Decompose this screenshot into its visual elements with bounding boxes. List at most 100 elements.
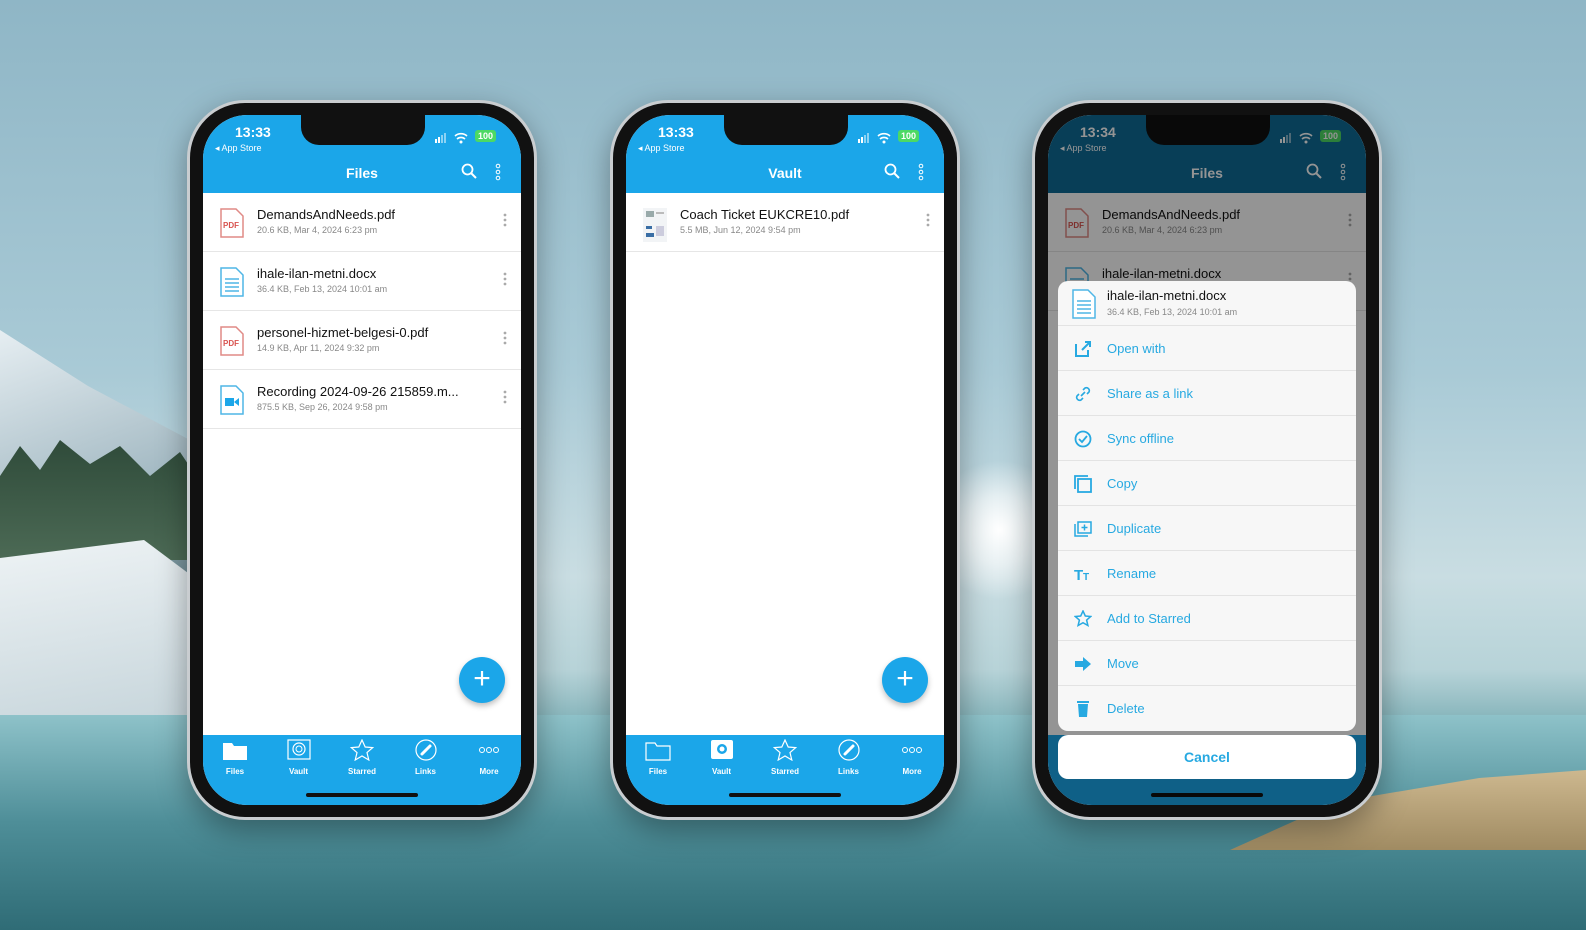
row-more-icon[interactable] <box>503 331 507 345</box>
sheet-file-name: ihale-ilan-metni.docx <box>1107 288 1227 303</box>
menu-item-label: Open with <box>1107 341 1166 356</box>
menu-item-delete[interactable]: Delete <box>1058 686 1356 731</box>
tab-label: More <box>902 767 922 776</box>
file-row[interactable]: Recording 2024-09-26 215859.m... 875.5 KB… <box>203 370 521 429</box>
phone-2: 13:33 ◂ App Store 100 Vault Coach Ticket EUK… <box>610 100 960 820</box>
more-icon <box>459 739 519 766</box>
file-row[interactable]: PDF personel-hizmet-belgesi-0.pdf 14.9 KB,… <box>203 311 521 370</box>
tab-label: Vault <box>711 767 732 776</box>
app-header: 13:33 ◂ App Store 100 Files <box>203 115 521 193</box>
status-time: 13:33 <box>658 124 694 140</box>
menu-item-add-to-starred[interactable]: Add to Starred <box>1058 596 1356 641</box>
duplicate-icon <box>1074 520 1092 538</box>
check-circle-icon <box>1074 430 1092 448</box>
file-meta: 875.5 KB, Sep 26, 2024 9:58 pm <box>257 402 388 412</box>
svg-text:T: T <box>1074 567 1083 583</box>
svg-text:PDF: PDF <box>223 339 239 348</box>
file-list: Coach Ticket EUKCRE10.pdf 5.5 MB, Jun 12,… <box>626 193 944 252</box>
tab-label: Starred <box>770 767 799 776</box>
more-icon <box>882 739 942 766</box>
link-icon <box>396 739 456 766</box>
menu-item-label: Rename <box>1107 566 1157 581</box>
battery-indicator: 100 <box>475 130 497 142</box>
menu-item-share-as-a-link[interactable]: Share as a link <box>1058 371 1356 416</box>
tab-files[interactable]: Files <box>628 739 688 776</box>
tab-label: Files <box>648 767 668 776</box>
folder-icon <box>628 739 688 766</box>
notch <box>301 115 425 145</box>
back-to-app-store-link[interactable]: ◂ App Store <box>215 143 262 154</box>
star-icon <box>755 738 815 766</box>
notch <box>724 115 848 145</box>
cancel-button[interactable]: Cancel <box>1058 735 1356 779</box>
menu-item-label: Duplicate <box>1107 521 1162 536</box>
phone-screen: 13:33 ◂ App Store 100 Vault Coach Ticket EUK… <box>626 115 944 805</box>
folder-icon <box>205 739 265 766</box>
add-button[interactable]: + <box>459 657 505 703</box>
file-row[interactable]: ihale-ilan-metni.docx 36.4 KB, Feb 13, 20… <box>203 252 521 311</box>
row-more-icon[interactable] <box>926 213 930 227</box>
file-row[interactable]: PDF DemandsAndNeeds.pdf 20.6 KB, Mar 4, 20… <box>203 193 521 252</box>
link-icon <box>1074 385 1092 403</box>
menu-item-copy[interactable]: Copy <box>1058 461 1356 506</box>
search-icon[interactable] <box>884 163 900 184</box>
tab-vault[interactable]: Vault <box>692 739 752 776</box>
phone-screen: 13:34 ◂ App Store 100 Files PDF DemandsAndNee… <box>1048 115 1366 805</box>
more-options-icon[interactable] <box>495 163 501 181</box>
menu-item-move[interactable]: Move <box>1058 641 1356 686</box>
file-meta: 36.4 KB, Feb 13, 2024 10:01 am <box>257 284 388 294</box>
row-more-icon[interactable] <box>503 272 507 286</box>
link-icon <box>819 739 879 766</box>
row-more-icon[interactable] <box>503 390 507 404</box>
pdf-icon: PDF <box>220 326 244 361</box>
tab-label: More <box>479 767 499 776</box>
menu-item-open-with[interactable]: Open with <box>1058 326 1356 371</box>
status-time: 13:33 <box>235 124 271 140</box>
video-icon <box>220 385 244 420</box>
tab-vault[interactable]: Vault <box>269 739 329 776</box>
signal-wifi-icon <box>858 132 896 147</box>
menu-item-sync-offline[interactable]: Sync offline <box>1058 416 1356 461</box>
tab-links[interactable]: Links <box>396 739 456 776</box>
tab-starred[interactable]: Starred <box>332 738 392 776</box>
app-header: 13:33 ◂ App Store 100 Vault <box>626 115 944 193</box>
file-meta: 20.6 KB, Mar 4, 2024 6:23 pm <box>257 225 378 235</box>
search-icon[interactable] <box>461 163 477 184</box>
menu-item-label: Delete <box>1107 701 1145 716</box>
open-external-icon <box>1074 340 1092 358</box>
add-button[interactable]: + <box>882 657 928 703</box>
row-more-icon[interactable] <box>503 213 507 227</box>
copy-icon <box>1074 475 1092 493</box>
svg-text:PDF: PDF <box>223 221 239 230</box>
file-name: Coach Ticket EUKCRE10.pdf <box>680 207 850 222</box>
menu-item-rename[interactable]: T T Rename <box>1058 551 1356 596</box>
trash-icon <box>1074 700 1092 718</box>
menu-item-label: Share as a link <box>1107 386 1193 401</box>
tab-links[interactable]: Links <box>819 739 879 776</box>
phone-3: 13:34 ◂ App Store 100 Files PDF DemandsAndNee… <box>1032 100 1382 820</box>
tab-files[interactable]: Files <box>205 739 265 776</box>
tab-label: Links <box>415 767 436 776</box>
menu-item-label: Copy <box>1107 476 1138 491</box>
svg-text:T: T <box>1083 572 1089 583</box>
phone-screen: 13:33 ◂ App Store 100 Files PDF DemandsAndNee… <box>203 115 521 805</box>
tab-more[interactable]: More <box>882 739 942 776</box>
star-icon <box>1073 609 1093 628</box>
phone-1: 13:33 ◂ App Store 100 Files PDF DemandsAndNee… <box>187 100 537 820</box>
text-size-icon: TT <box>1074 565 1092 584</box>
tab-more[interactable]: More <box>459 739 519 776</box>
more-options-icon[interactable] <box>918 163 924 181</box>
file-list: PDF DemandsAndNeeds.pdf 20.6 KB, Mar 4, 20… <box>203 193 521 429</box>
file-row[interactable]: Coach Ticket EUKCRE10.pdf 5.5 MB, Jun 12,… <box>626 193 944 252</box>
file-meta: 14.9 KB, Apr 11, 2024 9:32 pm <box>257 343 380 353</box>
doc-icon <box>220 267 244 302</box>
back-to-app-store-link[interactable]: ◂ App Store <box>638 143 685 154</box>
tab-label: Starred <box>347 767 376 776</box>
menu-item-label: Sync offline <box>1107 431 1174 446</box>
file-name: Recording 2024-09-26 215859.m... <box>257 384 459 399</box>
menu-item-label: Add to Starred <box>1107 611 1191 626</box>
home-indicator <box>729 793 841 797</box>
menu-item-label: Move <box>1107 656 1139 671</box>
menu-item-duplicate[interactable]: Duplicate <box>1058 506 1356 551</box>
tab-starred[interactable]: Starred <box>755 738 815 776</box>
